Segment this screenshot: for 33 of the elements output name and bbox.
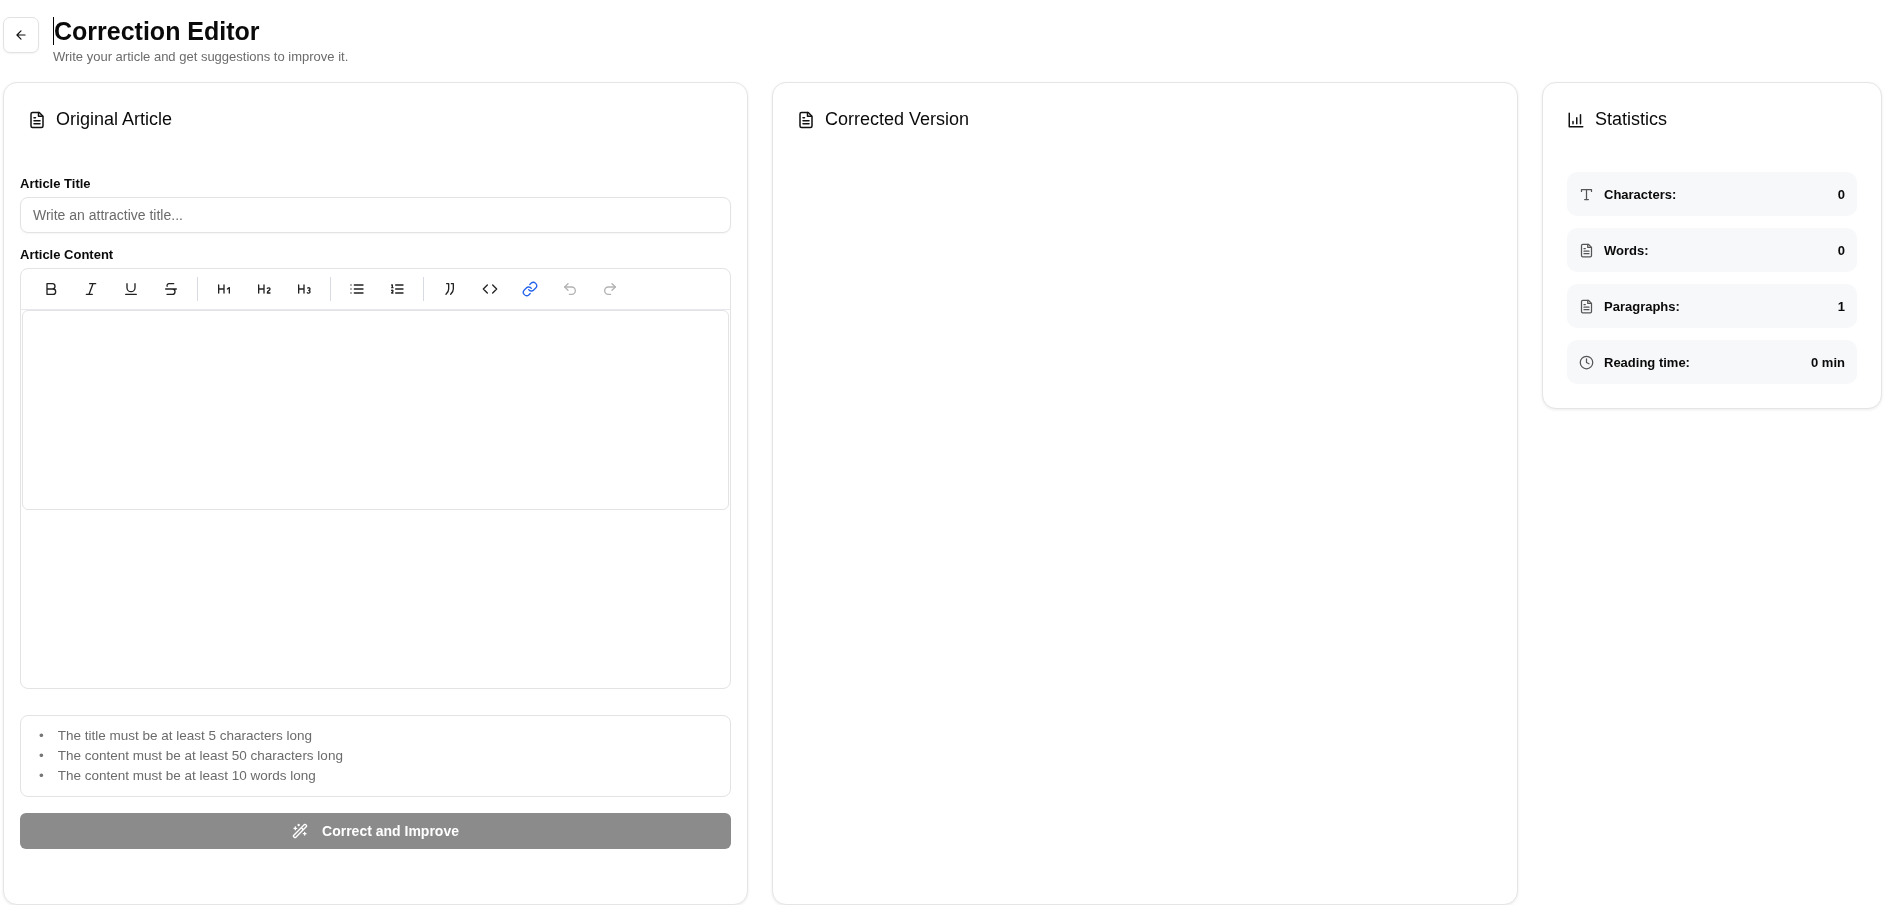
requirement-text: The content must be at least 10 words long: [57, 767, 316, 785]
page-title: Correction Editor: [53, 17, 349, 45]
bullet-marker: •: [39, 727, 44, 745]
document-icon: [1579, 242, 1594, 258]
stat-label: Words:: [1604, 242, 1649, 258]
bar-chart-icon: [1567, 110, 1585, 129]
back-arrow-icon: [14, 28, 28, 42]
stat-value: 0 min: [1811, 354, 1845, 370]
title-field[interactable]: Write an attractive title...: [20, 197, 731, 233]
content-field[interactable]: [22, 310, 729, 510]
bullet-marker: •: [39, 747, 44, 765]
stat-label: Characters:: [1604, 186, 1677, 202]
clock-icon: [1579, 354, 1594, 370]
stat-value: 0: [1837, 242, 1845, 258]
card-heading: Corrected Version: [825, 109, 970, 130]
card-heading: Original Article: [56, 109, 173, 130]
text-icon: [1579, 186, 1594, 202]
document-icon: [1579, 298, 1594, 314]
back-button[interactable]: [3, 17, 39, 53]
stat-label: Reading time:: [1604, 354, 1690, 370]
stat-label: Paragraphs:: [1604, 298, 1680, 314]
requirement-text: The content must be at least 50 characters long: [57, 747, 343, 765]
page-subtitle: Write your article and get suggestions to improve it.: [53, 49, 349, 64]
magic-wand-icon: [292, 823, 309, 839]
stat-value: 1: [1837, 298, 1845, 314]
document-icon: [28, 110, 46, 129]
card-heading: Statistics: [1595, 109, 1668, 130]
field-label: Article Title: [20, 176, 92, 191]
bullet-marker: •: [39, 767, 44, 785]
stat-value: 0: [1837, 186, 1845, 202]
requirement-text: The title must be at least 5 characters long: [57, 727, 313, 745]
document-icon: [797, 110, 815, 129]
field-label: Article Content: [20, 247, 115, 262]
